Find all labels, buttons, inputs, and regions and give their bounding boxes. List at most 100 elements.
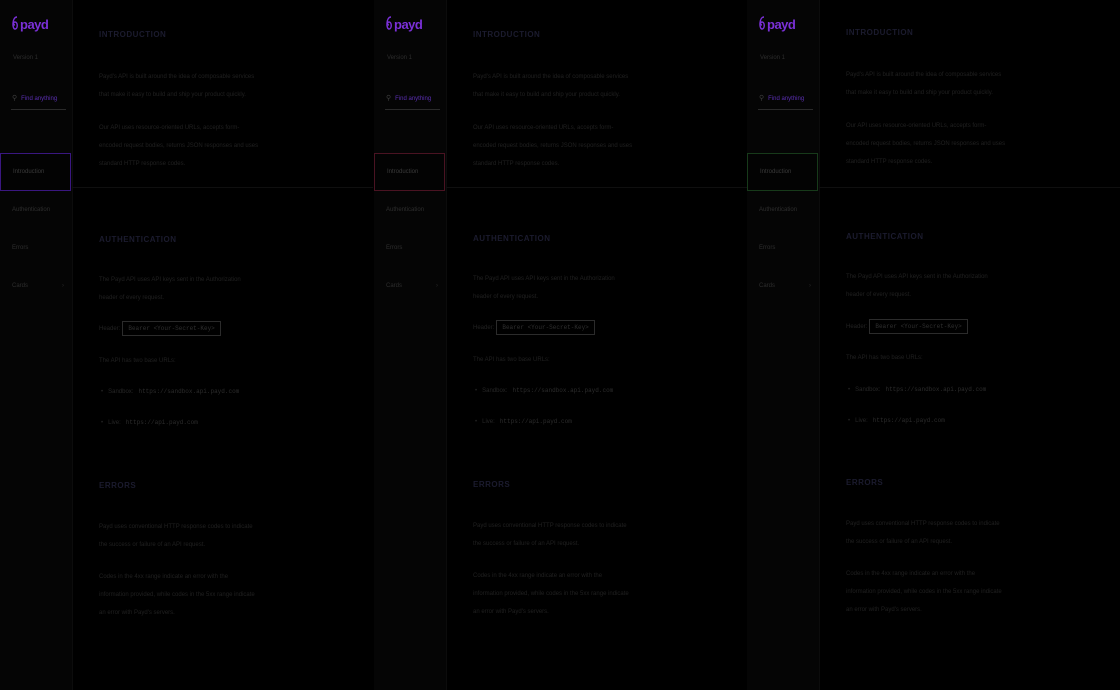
sidebar-item-label: Introduction (13, 169, 45, 175)
sidebar: payd Version 1 ⚲ Find anything Introduct… (747, 0, 820, 690)
logo[interactable]: payd (11, 13, 49, 35)
sidebar-item-label: Cards (386, 283, 403, 289)
logo-mark-icon (759, 16, 765, 30)
docs-panel-2: payd Version 1 ⚲ Find anything Introduct… (374, 0, 747, 690)
search-placeholder: Find anything (768, 95, 805, 102)
base-url-env: Live: (855, 417, 868, 424)
logo[interactable]: payd (758, 13, 796, 35)
intro-paragraph-1: Payd's API is built around the idea of c… (99, 74, 255, 98)
base-urls-label: The API has two base URLs: (99, 358, 176, 364)
sidebar-item-cards[interactable]: Cards › (0, 267, 71, 305)
auth-paragraph-1: The Payd API uses API keys sent in the A… (473, 276, 615, 300)
search-input[interactable]: ⚲ Find anything (11, 88, 66, 110)
sidebar-item-label: Cards (759, 283, 776, 289)
sidebar-item-authentication[interactable]: Authentication (374, 191, 445, 229)
sidebar-item-errors[interactable]: Errors (0, 229, 71, 267)
base-url-value[interactable]: https://sandbox.api.payd.com (512, 387, 613, 394)
sidebar-item-label: Authentication (759, 207, 798, 213)
sidebar-item-cards[interactable]: Cards › (374, 267, 445, 305)
section-title-authentication: AUTHENTICATION (473, 234, 551, 243)
logo[interactable]: payd (385, 13, 423, 35)
base-url-item: • Live: https://api.payd.com (101, 419, 198, 426)
search-icon: ⚲ (386, 95, 392, 102)
chevron-right-icon: › (62, 283, 64, 289)
logo-mark-icon (386, 16, 392, 30)
sidebar-item-label: Errors (759, 245, 776, 251)
sidebar-nav: Introduction Authentication Errors Cards… (374, 153, 445, 305)
sidebar-item-label: Authentication (386, 207, 425, 213)
sidebar-item-introduction[interactable]: Introduction (0, 153, 71, 191)
search-input[interactable]: ⚲ Find anything (385, 88, 440, 110)
base-urls-label: The API has two base URLs: (473, 357, 550, 363)
errors-paragraph-2: Codes in the 4xx range indicate an error… (99, 574, 255, 616)
sidebar: payd Version 1 ⚲ Find anything Introduct… (0, 0, 73, 690)
auth-header-code[interactable]: Bearer <Your-Secret-Key> (122, 321, 221, 336)
docs-panel-1: payd Version 1 ⚲ Find anything Introduct… (0, 0, 373, 690)
logo-text: payd (394, 16, 423, 32)
sidebar-item-errors[interactable]: Errors (374, 229, 445, 267)
bullet-dot-icon: • (848, 417, 851, 424)
section-title-errors: ERRORS (473, 480, 511, 489)
sidebar-item-authentication[interactable]: Authentication (0, 191, 71, 229)
section-divider (819, 187, 1120, 188)
errors-paragraph-1: Payd uses conventional HTTP response cod… (846, 521, 1000, 545)
sidebar-item-label: Cards (12, 283, 29, 289)
errors-paragraph-2: Codes in the 4xx range indicate an error… (473, 573, 629, 615)
sidebar-item-label: Errors (386, 245, 403, 251)
base-url-item: • Live: https://api.payd.com (475, 418, 572, 425)
sidebar-item-cards[interactable]: Cards › (747, 267, 818, 305)
errors-paragraph-2: Codes in the 4xx range indicate an error… (846, 571, 1002, 613)
intro-paragraph-2: Our API uses resource-oriented URLs, acc… (846, 123, 1006, 165)
sidebar-item-introduction[interactable]: Introduction (747, 153, 818, 191)
sidebar-item-errors[interactable]: Errors (747, 229, 818, 267)
version-label: Version 1 (387, 55, 413, 61)
bullet-dot-icon: • (101, 419, 104, 426)
base-url-value[interactable]: https://sandbox.api.payd.com (885, 386, 986, 393)
auth-paragraph-1: The Payd API uses API keys sent in the A… (846, 274, 988, 298)
section-divider (446, 187, 747, 188)
intro-paragraph-2: Our API uses resource-oriented URLs, acc… (473, 125, 633, 167)
base-url-value[interactable]: https://api.payd.com (500, 418, 572, 425)
intro-paragraph-1: Payd's API is built around the idea of c… (846, 72, 1002, 96)
sidebar-nav: Introduction Authentication Errors Cards… (0, 153, 71, 305)
base-url-item: • Live: https://api.payd.com (848, 417, 945, 424)
section-title-authentication: AUTHENTICATION (99, 235, 177, 244)
auth-paragraph-1: The Payd API uses API keys sent in the A… (99, 277, 241, 301)
auth-header-code[interactable]: Bearer <Your-Secret-Key> (869, 319, 968, 334)
auth-header-label: Header: (99, 325, 121, 332)
search-icon: ⚲ (759, 95, 765, 102)
search-icon: ⚲ (12, 95, 18, 102)
section-title-errors: ERRORS (846, 478, 884, 487)
chevron-right-icon: › (809, 283, 811, 289)
auth-header-line: Header: Bearer <Your-Secret-Key> (99, 321, 221, 336)
section-title-introduction: INTRODUCTION (99, 30, 167, 39)
base-url-value[interactable]: https://api.payd.com (873, 417, 945, 424)
section-title-errors: ERRORS (99, 481, 137, 490)
search-placeholder: Find anything (21, 95, 58, 102)
base-url-env: Live: (108, 419, 121, 426)
sidebar-item-authentication[interactable]: Authentication (747, 191, 818, 229)
base-url-value[interactable]: https://api.payd.com (126, 419, 198, 426)
search-input[interactable]: ⚲ Find anything (758, 88, 813, 110)
auth-header-line: Header: Bearer <Your-Secret-Key> (846, 319, 968, 334)
sidebar-item-introduction[interactable]: Introduction (374, 153, 445, 191)
base-url-env: Sandbox: (482, 387, 508, 394)
search-placeholder: Find anything (395, 95, 432, 102)
intro-paragraph-1: Payd's API is built around the idea of c… (473, 74, 629, 98)
auth-header-code[interactable]: Bearer <Your-Secret-Key> (496, 320, 595, 335)
bullet-dot-icon: • (475, 418, 478, 425)
base-url-env: Live: (482, 418, 495, 425)
base-url-item: • Sandbox: https://sandbox.api.payd.com (101, 388, 239, 395)
errors-paragraph-1: Payd uses conventional HTTP response cod… (99, 524, 253, 548)
auth-header-label: Header: (846, 323, 868, 330)
section-title-authentication: AUTHENTICATION (846, 232, 924, 241)
bullet-dot-icon: • (101, 388, 104, 395)
bullet-dot-icon: • (475, 387, 478, 394)
bullet-dot-icon: • (848, 386, 851, 393)
sidebar-item-label: Introduction (387, 169, 419, 175)
version-label: Version 1 (760, 55, 786, 61)
base-url-value[interactable]: https://sandbox.api.payd.com (138, 388, 239, 395)
auth-header-label: Header: (473, 324, 495, 331)
version-label: Version 1 (13, 55, 39, 61)
chevron-right-icon: › (436, 283, 438, 289)
